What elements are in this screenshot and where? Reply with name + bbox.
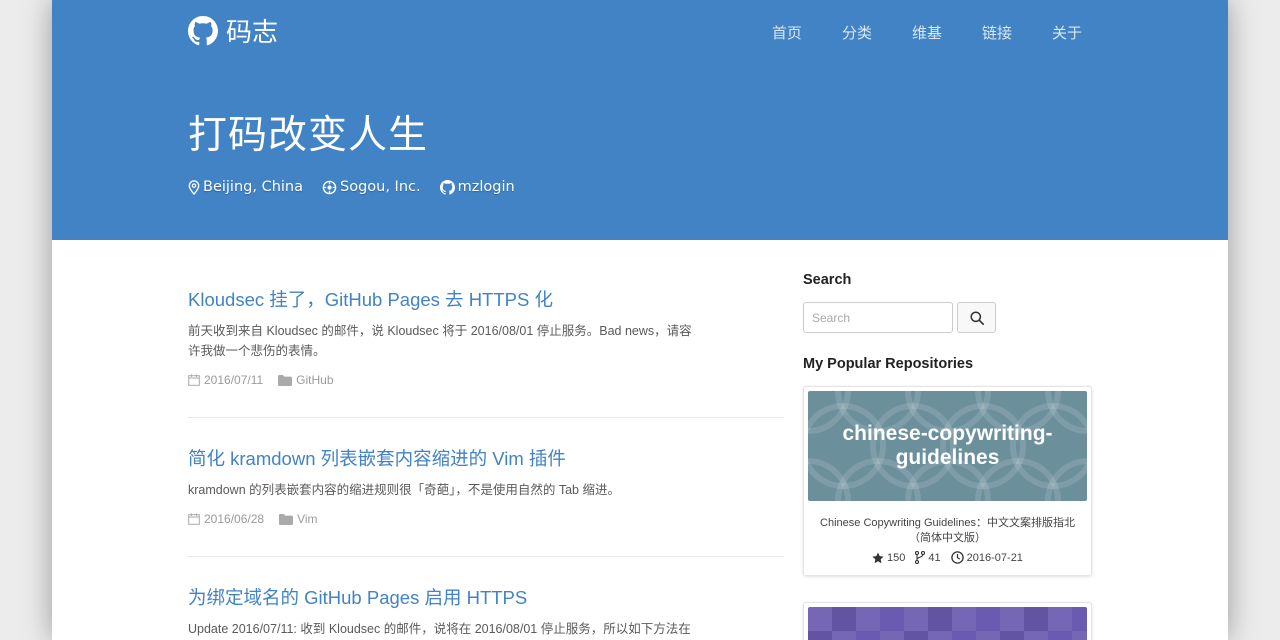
- repo-stars: 150: [872, 552, 905, 564]
- post-category: GitHub: [278, 373, 334, 387]
- repo-description: Chinese Copywriting Guidelines：中文文案排版指北（…: [820, 517, 1075, 544]
- github-icon: [188, 15, 218, 46]
- profile-meta: Beijing, China Sogou, Inc. mzlogin: [188, 179, 534, 195]
- repo-updated-date: 2016-07-21: [966, 551, 1023, 564]
- post-date: 2016/07/11: [188, 373, 263, 387]
- post-excerpt: Update 2016/07/11: 收到 Kloudsec 的邮件，说将在 2…: [188, 622, 691, 636]
- github-profile-item[interactable]: mzlogin: [439, 179, 515, 195]
- fork-icon: [915, 551, 926, 564]
- search-input[interactable]: [803, 302, 953, 333]
- repos-heading: My Popular Repositories: [803, 356, 974, 372]
- repo-card[interactable]: [803, 602, 1092, 640]
- calendar-icon: [188, 513, 200, 525]
- github-icon: [439, 179, 455, 195]
- post-category-link[interactable]: GitHub: [296, 373, 333, 387]
- repo-updated: 2016-07-21: [950, 551, 1023, 564]
- site-header: 码志 首页 分类 维基 链接 关于 打码改变人生 Beijing, China …: [52, 0, 1228, 240]
- company-item: Sogou, Inc.: [322, 179, 421, 195]
- browser-page: 码志 首页 分类 维基 链接 关于 打码改变人生 Beijing, China …: [52, 0, 1228, 640]
- repo-banner: chinese-copywriting-guidelines: [808, 391, 1087, 501]
- brand-name: 码志: [226, 18, 279, 48]
- post-excerpt: 前天收到来自 Kloudsec 的邮件，说 Kloudsec 将于 2016/0…: [188, 324, 692, 358]
- github-profile-link[interactable]: mzlogin: [458, 179, 515, 195]
- location-text: Beijing, China: [203, 179, 303, 195]
- map-marker-icon: [188, 179, 200, 195]
- nav-home[interactable]: 首页: [772, 22, 802, 43]
- banner-pattern: [808, 607, 1087, 640]
- folder-icon: [279, 513, 294, 525]
- star-icon: [872, 552, 884, 563]
- search-form: [803, 302, 996, 333]
- repo-stats: 150 41 2016-07-21: [804, 551, 1091, 564]
- location-item: Beijing, China: [188, 179, 303, 195]
- site-title: 打码改变人生: [188, 113, 429, 158]
- folder-icon: [278, 374, 293, 386]
- company-icon: [322, 180, 337, 194]
- main-nav: 首页 分类 维基 链接 关于: [732, 22, 1082, 43]
- repo-forks: 41: [915, 551, 941, 564]
- post-item: 为绑定域名的 GitHub Pages 启用 HTTPS Update 2016…: [188, 557, 784, 640]
- search-icon: [969, 310, 984, 325]
- post-date-text: 2016/07/11: [204, 373, 264, 387]
- post-excerpt: kramdown 的列表嵌套内容的缩进规则很「奇葩」，不是使用自然的 Tab 缩…: [188, 483, 620, 497]
- post-list: Kloudsec 挂了，GitHub Pages 去 HTTPS 化 前天收到来…: [188, 240, 784, 640]
- brand-link[interactable]: 码志: [188, 12, 278, 49]
- calendar-icon: [188, 374, 200, 386]
- post-item: Kloudsec 挂了，GitHub Pages 去 HTTPS 化 前天收到来…: [188, 240, 784, 418]
- post-date: 2016/06/28: [188, 512, 264, 526]
- repo-stars-count: 150: [887, 551, 906, 564]
- post-title-link[interactable]: Kloudsec 挂了，GitHub Pages 去 HTTPS 化: [188, 286, 784, 312]
- repo-banner: [808, 607, 1087, 640]
- clock-icon: [950, 551, 964, 564]
- post-meta: 2016/07/11 GitHub: [188, 373, 784, 387]
- post-category: Vim: [279, 512, 318, 526]
- post-title-link[interactable]: 为绑定域名的 GitHub Pages 启用 HTTPS: [188, 584, 784, 610]
- post-title-link[interactable]: 简化 kramdown 列表嵌套内容缩进的 Vim 插件: [188, 445, 784, 471]
- repo-name: chinese-copywriting-guidelines: [842, 422, 1053, 469]
- nav-about[interactable]: 关于: [1052, 22, 1082, 43]
- nav-wiki[interactable]: 维基: [912, 22, 942, 43]
- repo-forks-count: 41: [928, 551, 941, 564]
- post-item: 简化 kramdown 列表嵌套内容缩进的 Vim 插件 kramdown 的列…: [188, 418, 784, 557]
- repo-card[interactable]: chinese-copywriting-guidelines Chinese C…: [803, 386, 1092, 576]
- post-date-text: 2016/06/28: [204, 512, 265, 526]
- post-meta: 2016/06/28 Vim: [188, 512, 784, 526]
- search-heading: Search: [803, 272, 852, 288]
- search-button[interactable]: [957, 302, 996, 333]
- nav-categories[interactable]: 分类: [842, 22, 872, 43]
- nav-links[interactable]: 链接: [982, 22, 1012, 43]
- post-category-link[interactable]: Vim: [297, 512, 317, 526]
- company-text: Sogou, Inc.: [340, 179, 421, 195]
